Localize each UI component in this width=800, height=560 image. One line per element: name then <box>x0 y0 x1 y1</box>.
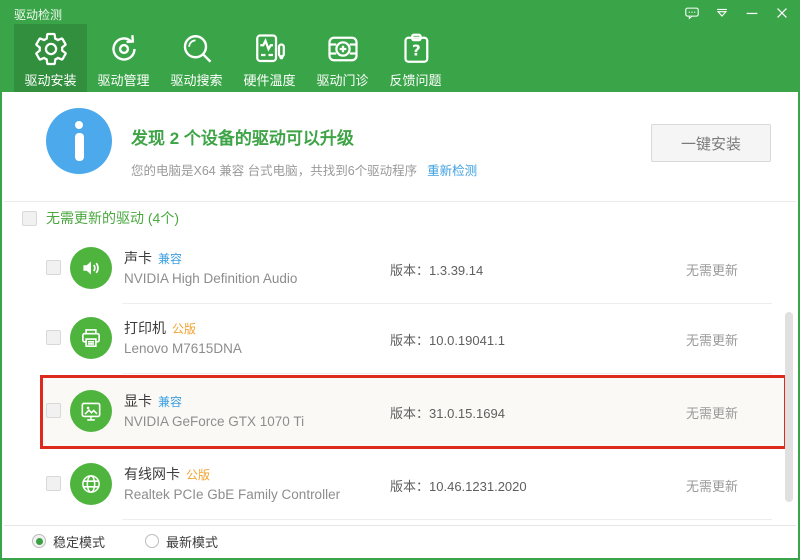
row-checkbox[interactable] <box>46 260 61 275</box>
section-title: 无需更新的驱动 (4个) <box>46 210 179 226</box>
recheck-link[interactable]: 重新检测 <box>427 164 477 178</box>
device-version: 版本：10.0.19041.1 <box>390 333 505 348</box>
device-model: NVIDIA GeForce GTX 1070 Ti <box>124 414 305 429</box>
tab-driver-manage[interactable]: 驱动管理 <box>87 24 160 92</box>
refresh-icon <box>106 31 142 67</box>
speaker-icon <box>70 247 112 289</box>
row-checkbox[interactable] <box>46 476 61 491</box>
mode-latest-radio[interactable]: 最新模式 <box>145 532 218 551</box>
titlebar-icons <box>684 2 790 24</box>
vertical-scrollbar[interactable] <box>785 312 793 502</box>
driver-row-printer[interactable]: 打印机 公版 Lenovo M7615DNA 版本：10.0.19041.1 无需… <box>4 304 798 374</box>
footer: 稳定模式 最新模式 <box>4 525 796 556</box>
window-title: 驱动检测 <box>14 8 63 22</box>
device-status: 无需更新 <box>685 263 738 278</box>
tab-feedback[interactable]: ? 反馈问题 <box>379 24 452 92</box>
titlebar: 驱动检测 <box>2 2 798 24</box>
globe-icon <box>70 463 112 505</box>
gear-icon <box>33 31 69 67</box>
summary-title: 发现 2 个设备的驱动可以升级 <box>131 129 354 148</box>
mode-label: 最新模式 <box>166 534 219 550</box>
driver-row-graphics-card[interactable]: 显卡 兼容 NVIDIA GeForce GTX 1070 Ti 版本：31.0.… <box>4 374 798 450</box>
tab-label: 驱动管理 <box>97 73 150 88</box>
tab-label: 硬件温度 <box>243 73 296 88</box>
close-icon[interactable] <box>774 5 790 21</box>
row-checkbox[interactable] <box>46 403 61 418</box>
tab-label: 驱动门诊 <box>316 73 369 88</box>
radio-checked-icon <box>32 534 46 548</box>
info-icon <box>46 108 112 174</box>
tab-label: 反馈问题 <box>389 73 442 88</box>
tab-label: 驱动搜索 <box>170 73 223 88</box>
section-header: 无需更新的驱动 (4个) <box>4 202 798 234</box>
scan-summary: 发现 2 个设备的驱动可以升级 您的电脑是X64 兼容 台式电脑，共找到6个驱动… <box>4 92 796 202</box>
row-checkbox[interactable] <box>46 330 61 345</box>
public-badge: 公版 <box>186 468 211 482</box>
device-model: Realtek PCIe GbE Family Controller <box>124 487 341 502</box>
compat-badge: 兼容 <box>158 252 183 266</box>
one-click-install-button[interactable]: 一键安装 <box>651 124 771 162</box>
message-icon[interactable] <box>684 5 700 21</box>
temperature-icon <box>252 31 288 67</box>
summary-subtitle: 您的电脑是X64 兼容 台式电脑，共找到6个驱动程序 重新检测 <box>131 160 477 179</box>
driver-list: 声卡 兼容 NVIDIA High Definition Audio 版本：1.3… <box>4 234 798 520</box>
device-model: NVIDIA High Definition Audio <box>124 271 298 286</box>
theme-icon[interactable] <box>714 5 730 21</box>
radio-unchecked-icon <box>145 534 160 548</box>
search-icon <box>179 31 215 67</box>
app-window: 驱动检测 驱动安装 驱动管理 驱动搜索 硬件温度 驱动门诊 ? 反馈问题 发现 … <box>0 0 800 560</box>
device-name: 打印机 公版 <box>124 320 197 336</box>
compat-badge: 兼容 <box>158 395 183 409</box>
row-separator <box>122 519 772 520</box>
driver-row-network-card[interactable]: 有线网卡 公版 Realtek PCIe GbE Family Controlle… <box>4 450 798 520</box>
public-badge: 公版 <box>172 322 197 336</box>
select-all-checkbox[interactable] <box>22 210 37 226</box>
driver-row-soundcard[interactable]: 声卡 兼容 NVIDIA High Definition Audio 版本：1.3… <box>4 234 798 304</box>
tab-driver-clinic[interactable]: 驱动门诊 <box>306 24 379 92</box>
device-version: 版本：1.3.39.14 <box>390 263 484 278</box>
device-name: 有线网卡 公版 <box>124 466 211 482</box>
toolbar: 驱动安装 驱动管理 驱动搜索 硬件温度 驱动门诊 ? 反馈问题 <box>2 24 798 92</box>
mode-stable-radio[interactable]: 稳定模式 <box>32 532 105 551</box>
tab-label: 驱动安装 <box>24 73 77 88</box>
clinic-icon <box>325 31 361 67</box>
device-status: 无需更新 <box>685 479 738 494</box>
device-name: 声卡 兼容 <box>124 250 183 266</box>
device-name: 显卡 兼容 <box>124 393 183 409</box>
device-version: 版本：31.0.15.1694 <box>390 406 505 421</box>
device-model: Lenovo M7615DNA <box>124 341 242 356</box>
tab-driver-install[interactable]: 驱动安装 <box>14 24 87 92</box>
device-status: 无需更新 <box>685 406 738 421</box>
tab-driver-search[interactable]: 驱动搜索 <box>160 24 233 92</box>
feedback-icon: ? <box>398 31 434 67</box>
device-version: 版本：10.46.1231.2020 <box>390 479 527 494</box>
tab-hardware-temperature[interactable]: 硬件温度 <box>233 24 306 92</box>
summary-subtitle-text: 您的电脑是X64 兼容 台式电脑，共找到6个驱动程序 <box>131 164 418 178</box>
minimize-icon[interactable] <box>744 5 760 21</box>
display-icon <box>70 390 112 432</box>
printer-icon <box>70 317 112 359</box>
svg-text:?: ? <box>411 41 420 59</box>
device-status: 无需更新 <box>685 333 738 348</box>
mode-label: 稳定模式 <box>53 534 106 550</box>
